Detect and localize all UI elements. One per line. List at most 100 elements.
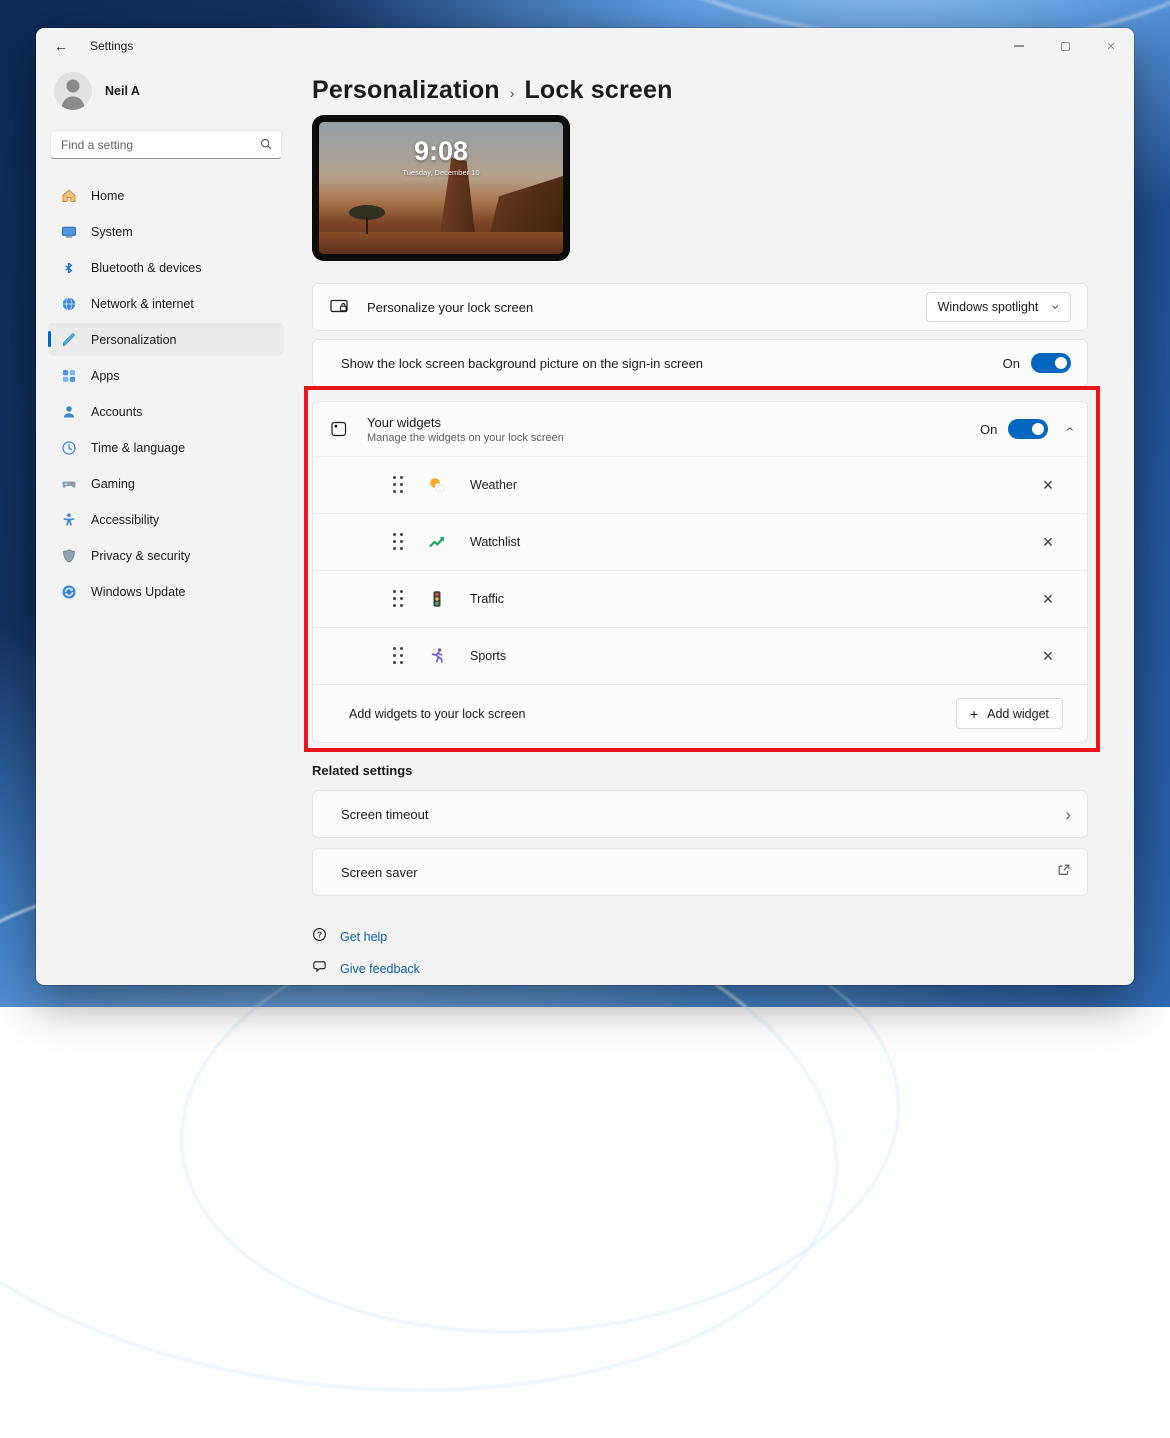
drag-handle-icon[interactable] xyxy=(393,647,404,665)
sidebar-item-label: Privacy & security xyxy=(91,549,190,563)
sidebar-item-accessibility[interactable]: Accessibility xyxy=(48,503,284,536)
remove-widget-icon[interactable]: × xyxy=(1039,590,1057,608)
search-input[interactable] xyxy=(50,130,282,159)
personalize-label: Personalize your lock screen xyxy=(367,300,926,315)
back-button[interactable]: ← xyxy=(46,33,76,59)
add-widget-label: Add widgets to your lock screen xyxy=(349,707,956,721)
sidebar-item-personalization[interactable]: Personalization xyxy=(48,323,284,356)
globe-icon xyxy=(60,295,77,312)
plus-icon: + xyxy=(970,707,978,721)
footer-links: ? Get help Give feedback xyxy=(312,924,1088,981)
sidebar-item-label: Windows Update xyxy=(91,585,186,599)
user-name: Neil A xyxy=(105,84,140,98)
sidebar-item-time-language[interactable]: Time & language xyxy=(48,431,284,464)
sidebar-item-label: Network & internet xyxy=(91,297,194,311)
search-icon[interactable] xyxy=(259,137,273,156)
accounts-person-icon xyxy=(60,403,77,420)
clock-icon xyxy=(60,439,77,456)
sidebar-item-label: Apps xyxy=(91,369,120,383)
sidebar-item-system[interactable]: System xyxy=(48,215,284,248)
signin-background-card: Show the lock screen background picture … xyxy=(312,339,1088,387)
svg-text:?: ? xyxy=(317,930,322,939)
sidebar-item-network[interactable]: Network & internet xyxy=(48,287,284,320)
get-help-row: ? Get help xyxy=(312,924,1088,949)
titlebar[interactable]: ← Settings × xyxy=(36,28,1134,64)
sidebar-item-gaming[interactable]: Gaming xyxy=(48,467,284,500)
preview-date: Tuesday, December 10 xyxy=(319,168,563,177)
shield-icon xyxy=(60,547,77,564)
your-widgets-toggle[interactable] xyxy=(1008,419,1048,439)
toggle-state-label: On xyxy=(980,422,997,437)
your-widgets-header: Your widgets Manage the widgets on your … xyxy=(313,402,1087,456)
minimize-icon xyxy=(1014,45,1024,46)
bluetooth-icon xyxy=(60,259,77,276)
preview-tree-trunk xyxy=(366,217,368,234)
page-title: Lock screen xyxy=(524,76,672,105)
lock-screen-mode-dropdown[interactable]: Windows spotlight › xyxy=(926,292,1071,322)
sidebar-item-windows-update[interactable]: Windows Update xyxy=(48,575,284,608)
give-feedback-row: Give feedback xyxy=(312,956,1088,981)
toggle-state-label: On xyxy=(1003,356,1020,371)
preview-clock: 9:08 xyxy=(319,136,563,167)
remove-widget-icon[interactable]: × xyxy=(1039,533,1057,551)
widget-label: Weather xyxy=(470,478,1039,492)
widget-label: Sports xyxy=(470,649,1039,663)
sidebar-item-home[interactable]: Home xyxy=(48,179,284,212)
chevron-up-icon[interactable]: › xyxy=(1062,427,1076,432)
your-widgets-section: Your widgets Manage the widgets on your … xyxy=(312,401,1088,743)
drag-handle-icon[interactable] xyxy=(393,476,404,494)
apps-grid-icon xyxy=(60,367,77,384)
signin-background-label: Show the lock screen background picture … xyxy=(341,356,1003,371)
screen-timeout-card[interactable]: Screen timeout › xyxy=(312,790,1088,838)
sidebar-item-apps[interactable]: Apps xyxy=(48,359,284,392)
sidebar-item-label: Time & language xyxy=(91,441,185,455)
related-settings-title: Related settings xyxy=(312,763,1088,778)
your-widgets-card: Your widgets Manage the widgets on your … xyxy=(312,401,1088,743)
sidebar-item-bluetooth[interactable]: Bluetooth & devices xyxy=(48,251,284,284)
accessibility-person-icon xyxy=(60,511,77,528)
sidebar-item-label: Accessibility xyxy=(91,513,159,527)
preview-ground xyxy=(319,232,563,254)
personalize-lock-screen-card: Personalize your lock screen Windows spo… xyxy=(312,283,1088,331)
drag-handle-icon[interactable] xyxy=(393,590,404,608)
sidebar-nav: Home System Bluetooth & devices xyxy=(48,179,284,608)
give-feedback-link[interactable]: Give feedback xyxy=(340,962,420,976)
avatar xyxy=(54,72,92,110)
account-button[interactable]: Neil A xyxy=(48,68,284,120)
add-widget-button-label: Add widget xyxy=(987,707,1049,721)
breadcrumb-parent[interactable]: Personalization xyxy=(312,76,500,105)
widget-row-traffic: Traffic × xyxy=(313,570,1087,627)
maximize-button[interactable] xyxy=(1042,28,1088,64)
your-widgets-subtitle: Manage the widgets on your lock screen xyxy=(367,432,980,444)
sidebar-item-label: Gaming xyxy=(91,477,135,491)
back-arrow-icon: ← xyxy=(54,38,68,54)
remove-widget-icon[interactable]: × xyxy=(1039,476,1057,494)
external-link-icon xyxy=(1057,863,1071,882)
help-icon: ? xyxy=(312,927,327,947)
add-widget-button[interactable]: + Add widget xyxy=(956,698,1063,729)
settings-window: ← Settings × Neil A xyxy=(36,28,1134,985)
sidebar-item-label: Accounts xyxy=(91,405,142,419)
close-button[interactable]: × xyxy=(1088,28,1134,64)
get-help-link[interactable]: Get help xyxy=(340,930,387,944)
screen-saver-card[interactable]: Screen saver xyxy=(312,848,1088,896)
sidebar-item-privacy[interactable]: Privacy & security xyxy=(48,539,284,572)
feedback-icon xyxy=(312,959,327,979)
minimize-button[interactable] xyxy=(996,28,1042,64)
close-icon: × xyxy=(1107,38,1116,55)
paintbrush-icon xyxy=(60,331,77,348)
widget-row-sports: Sports × xyxy=(313,627,1087,684)
remove-widget-icon[interactable]: × xyxy=(1039,647,1057,665)
system-icon xyxy=(60,223,77,240)
drag-handle-icon[interactable] xyxy=(393,533,404,551)
sidebar: Neil A Home xyxy=(36,64,312,985)
sidebar-item-label: System xyxy=(91,225,133,239)
lock-screen-preview: 9:08 Tuesday, December 10 xyxy=(312,115,570,261)
chevron-down-icon: › xyxy=(1050,305,1064,310)
sidebar-item-accounts[interactable]: Accounts xyxy=(48,395,284,428)
weather-icon xyxy=(428,476,446,494)
sidebar-item-label: Personalization xyxy=(91,333,176,347)
widget-row-watchlist: Watchlist × xyxy=(313,513,1087,570)
signin-background-toggle[interactable] xyxy=(1031,353,1071,373)
gamepad-icon xyxy=(60,475,77,492)
